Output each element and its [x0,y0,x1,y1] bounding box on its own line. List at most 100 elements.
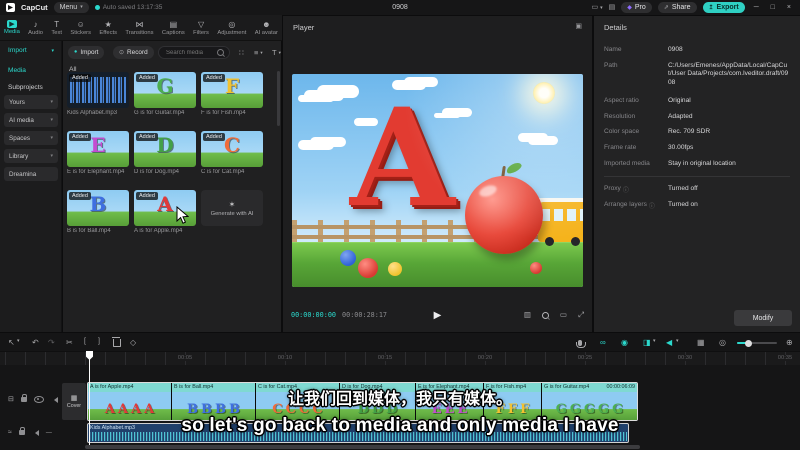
timeline-ruler[interactable]: 00:05 00:10 00:15 00:20 00:25 00:30 00:3… [0,351,800,365]
preview-quality-icon[interactable]: ▥ [524,311,531,319]
detail-value: Turned off [668,185,698,193]
grid-view-icon[interactable]: ∷ [239,48,244,57]
import-button[interactable]: ● Import [68,46,105,59]
tab-audio[interactable]: ♪ Audio [28,20,43,36]
media-item-video[interactable]: Added C C is for Cat.mp4 [201,131,263,175]
keyframe-icon[interactable]: ◇ [130,338,136,347]
tab-captions[interactable]: ▤ Captions [162,20,185,36]
fullscreen-icon[interactable]: ⤢ [578,311,584,319]
subtitle-chinese: 让我们回到媒体，我只有媒体。 [287,391,512,408]
sidebar-item-yours[interactable]: Yours ▾ [4,95,58,109]
export-button[interactable]: ↥ Export [702,2,745,13]
magnetic-timeline-icon[interactable]: ∞ [600,338,606,347]
tab-text[interactable]: T Text [51,20,62,36]
chevron-down-icon[interactable]: ▾ [17,338,20,344]
pro-diamond-icon: ◆ [627,4,632,11]
record-label: Record [127,49,148,56]
sidebar-item-dreamina[interactable]: Dreamina [4,167,58,181]
cover-template-icon[interactable]: ▦ [697,338,705,347]
layout-selector-icon[interactable]: ▭ ▾ [592,4,603,11]
share-button[interactable]: ⇗ Share [657,2,697,13]
delete-right-icon[interactable]: ] [98,338,100,345]
timeline-scrollbar[interactable] [85,445,640,449]
maximize-button[interactable]: □ [768,4,778,11]
delete-left-icon[interactable]: [ [84,338,86,345]
preview-axis-icon[interactable]: ◨ [643,338,651,347]
zoom-slider-handle[interactable] [745,339,752,347]
player-expand-icon[interactable]: ▣ [575,23,582,30]
modify-button[interactable]: Modify [734,310,792,326]
video-preview[interactable]: A [292,74,583,287]
info-icon[interactable]: ⓘ [649,201,655,210]
detail-row-resolution: Resolution Adapted [604,113,790,122]
detail-value: Stay in original location [668,159,736,167]
panels-icon[interactable]: ▤ [609,4,616,11]
search-input[interactable] [164,48,214,57]
sidebar-item-import[interactable]: Import ▾ [8,47,54,54]
video-thumbnail: Added G [134,72,196,108]
transitions-tab-icon: ⋈ [135,19,144,29]
sidebar-item-subprojects[interactable]: Subprojects [8,84,43,91]
tab-ai-avatar[interactable]: ☻ AI avatar [255,20,278,36]
media-item-video[interactable]: Added E E is for Elephant.mp4 [67,131,129,175]
tab-adjustment[interactable]: ◎ Adjustment [217,20,246,36]
sidebar-item-media[interactable]: Media [8,67,26,74]
linked-selection-icon[interactable]: ◉ [621,338,628,347]
media-item-video[interactable]: Added D D is for Dog.mp4 [134,131,196,175]
import-dot-icon: ● [74,48,78,55]
video-thumbnail: Added D [134,131,196,167]
sidebar-item-library[interactable]: Library ▾ [4,149,58,163]
menu-button[interactable]: Menu ▾ [53,2,89,13]
media-sidebar: Import ▾ Media Subprojects Yours ▾ AI me… [0,41,62,332]
type-filter-dropdown[interactable]: T ▾ [272,48,281,57]
minimize-button[interactable]: ─ [751,4,762,11]
chevron-down-icon[interactable]: ▾ [653,338,656,344]
media-item-video[interactable]: Added B B is for Ball.mp4 [67,190,129,234]
sidebar-item-spaces[interactable]: Spaces ▾ [4,131,58,145]
undo-icon[interactable]: ↶ [32,338,39,347]
video-thumbnail: Added E [67,131,129,167]
snapping-icon[interactable]: ◎ [719,338,726,347]
title-bar: CapCut Menu ▾ Auto saved 13:17:35 0908 ▭… [0,0,800,15]
voiceover-mic-icon[interactable] [575,339,586,348]
sparkle-icon: ✶ [228,199,236,209]
tab-transitions[interactable]: ⋈ Transitions [125,20,153,36]
autosave-dot-icon [94,5,100,10]
generate-with-ai-tile[interactable]: ✶ Generate with AI [201,190,263,226]
play-button[interactable]: ▶ [434,310,442,321]
smart-zoom-icon[interactable] [541,311,549,319]
media-item-name: B is for Ball.mp4 [67,228,111,234]
media-item-audio[interactable]: Added Kids Alphabet.mp3 [67,72,129,116]
close-button[interactable]: × [784,4,794,11]
media-item-video[interactable]: Added G G is for Guitar.mp4 [134,72,196,116]
search-icon[interactable] [217,49,224,56]
tab-filters[interactable]: ▽ Filters [193,20,209,36]
media-panel-scrollbar[interactable] [277,71,280,126]
media-item-video[interactable]: Added F F is for Fish.mp4 [201,72,263,116]
tab-effects[interactable]: ★ Effects [99,20,117,36]
added-badge: Added [69,192,91,200]
player-panel-title: Player [293,23,315,32]
record-button[interactable]: ⊙ Record [113,46,154,59]
split-icon[interactable]: ✂ [66,338,73,347]
detail-row-color-space: Color space Rec. 709 SDR [604,128,790,137]
select-tool-icon[interactable]: ↖ [8,338,15,347]
aspect-ratio-icon[interactable]: ▭ [560,311,567,319]
chevron-down-icon[interactable]: ▾ [676,338,679,344]
pro-button[interactable]: ◆ Pro [621,2,652,13]
ruler-label: 00:10 [275,355,295,361]
detail-row-frame-rate: Frame rate 30.00fps [604,144,790,153]
type-filter-icon: T [272,48,277,57]
sidebar-item-ai-media[interactable]: AI media ▾ [4,113,58,127]
tab-stickers[interactable]: ☺ Stickers [70,20,91,36]
sort-dropdown[interactable]: ≡ ▾ [254,48,263,57]
timeline-zoom-slider[interactable] [737,339,777,347]
info-icon[interactable]: ⓘ [623,185,629,194]
delete-icon[interactable] [112,337,121,349]
detail-value: C:/Users/Emenes/AppData/Local/CapCut/Use… [668,61,789,86]
zoom-fit-icon[interactable]: ⊕ [786,338,793,347]
redo-icon[interactable]: ↷ [48,338,55,347]
added-badge: Added [136,74,158,82]
tab-media[interactable]: ▶ Media [4,20,20,35]
track-volume-icon[interactable]: ◀ [666,338,672,347]
